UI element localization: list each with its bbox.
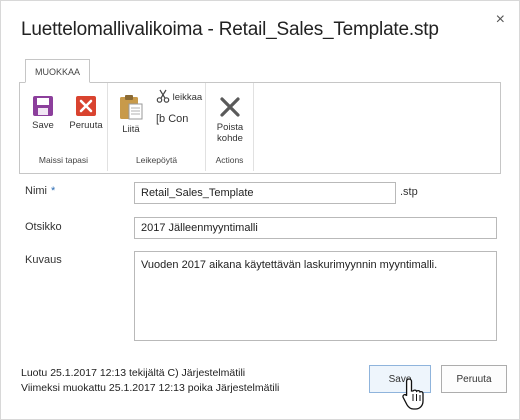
- name-label: Nimi *: [25, 185, 55, 197]
- ribbon-group-commit: Save Peruuta Maissi tapasi: [20, 83, 108, 171]
- ribbon-group-label: Actions: [215, 155, 244, 165]
- ribbon-delete-button[interactable]: Poista kohde: [210, 95, 250, 144]
- cancel-button[interactable]: Peruuta: [441, 365, 507, 393]
- paste-icon: [120, 95, 143, 120]
- save-icon: [33, 96, 53, 116]
- ribbon-paste-label: Liitä: [122, 124, 140, 135]
- name-label-text: Nimi: [25, 185, 47, 197]
- ribbon-cut-label: leikkaa: [172, 92, 203, 103]
- description-label: Kuvaus: [25, 254, 62, 266]
- ribbon-copy-label: [b Con: [156, 113, 189, 125]
- created-info: Luotu 25.1.2017 12:13 tekijältä C) Järje…: [21, 367, 246, 379]
- dialog-title: Luettelomallivalikoima - Retail_Sales_Te…: [21, 19, 439, 40]
- ribbon-group-actions: Poista kohde Actions: [206, 83, 254, 171]
- ribbon: Save Peruuta Maissi tapasi Liitä leikkaa…: [19, 82, 501, 174]
- name-extension: .stp: [400, 186, 418, 198]
- ribbon-save-label: Save: [32, 120, 54, 131]
- name-input[interactable]: [134, 182, 396, 204]
- scissors-icon: [156, 89, 170, 103]
- description-textarea[interactable]: Vuoden 2017 aikana käytettävän laskurimy…: [134, 251, 497, 341]
- cancel-icon: [76, 96, 96, 116]
- ribbon-group-clipboard: Liitä leikkaa [b Con Leikepöytä: [108, 83, 206, 171]
- delete-icon: [220, 97, 240, 117]
- ribbon-paste-button[interactable]: Liitä: [114, 93, 148, 135]
- close-icon[interactable]: ×: [496, 11, 505, 29]
- ribbon-copy-button[interactable]: [b Con: [156, 113, 188, 125]
- required-mark: *: [51, 185, 56, 197]
- ribbon-group-label: Leikepöytä: [135, 155, 178, 165]
- ribbon-cut-button[interactable]: leikkaa: [156, 89, 202, 103]
- ribbon-cancel-label: Peruuta: [69, 120, 103, 131]
- ribbon-group-label: Maissi tapasi: [38, 155, 89, 165]
- ribbon-cancel-button[interactable]: Peruuta: [67, 95, 105, 131]
- title-label: Otsikko: [25, 221, 62, 233]
- modified-info: Viimeksi muokattu 25.1.2017 12:13 poika …: [21, 382, 280, 394]
- tab-muokkaa[interactable]: MUOKKAA: [25, 59, 90, 83]
- title-input[interactable]: [134, 217, 497, 239]
- ribbon-delete-label-2: kohde: [217, 133, 243, 144]
- ribbon-save-button[interactable]: Save: [27, 95, 59, 131]
- catalog-dialog: Luettelomallivalikoima - Retail_Sales_Te…: [0, 0, 520, 420]
- ribbon-delete-label-1: Poista: [216, 122, 244, 133]
- hand-cursor-icon: [402, 378, 424, 410]
